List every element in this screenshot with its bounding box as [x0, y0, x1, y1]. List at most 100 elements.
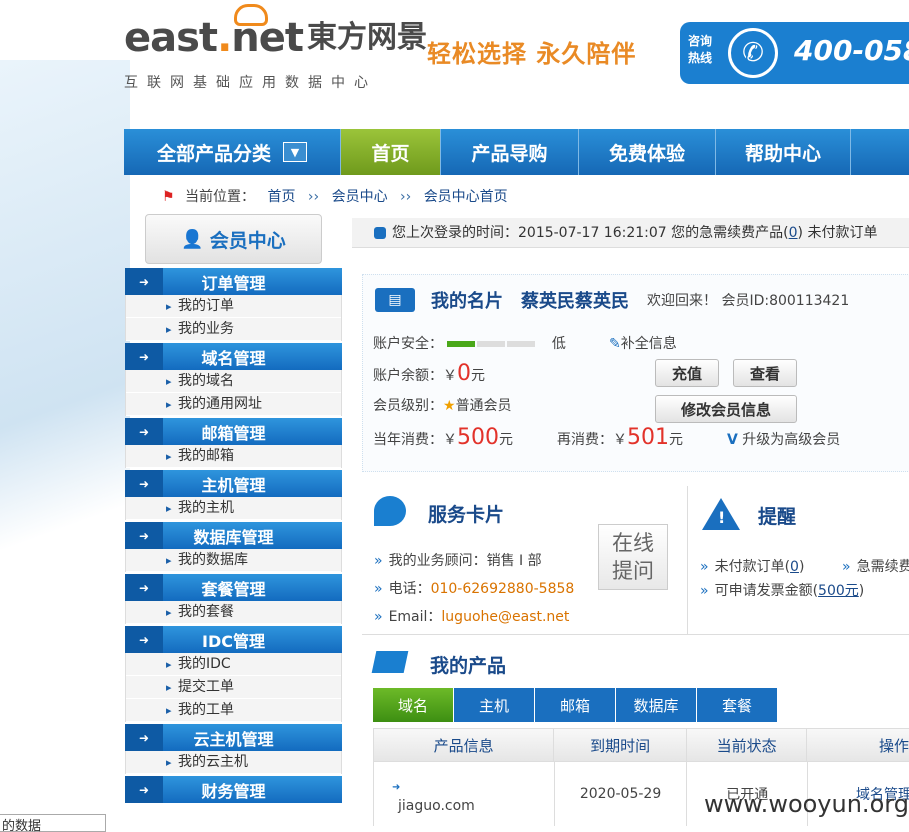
logo-cn-text: 東方网景: [307, 20, 427, 55]
member-card: ▤ 我的名片 蔡英民蔡英民 欢迎回来！ 会员ID:800113421 账户安全：…: [362, 274, 909, 472]
breadcrumb-home[interactable]: 首页: [267, 189, 295, 205]
arrow-right-icon: ➜: [125, 343, 163, 370]
tab-hosts[interactable]: 主机: [454, 688, 535, 722]
hotline-label: 咨询 热线: [688, 34, 713, 65]
sidebar-group-finance[interactable]: ➜ 财务管理: [125, 776, 342, 803]
modify-info-button[interactable]: 修改会员信息: [655, 395, 797, 423]
sidebar-item-my-keywords[interactable]: 我的通用网址: [126, 393, 341, 416]
breadcrumb-prefix: 当前位置：: [185, 189, 256, 205]
breadcrumb-separator: ››: [400, 189, 412, 205]
nav-help-center[interactable]: 帮助中心: [716, 129, 851, 175]
email-line: Email：luguohe@east.net: [374, 606, 570, 626]
column-header: 操作: [807, 729, 909, 761]
table-header: 产品信息 到期时间 当前状态 操作: [373, 728, 909, 762]
sidebar-title: 👤 会员中心: [145, 214, 322, 264]
sidebar-item-my-packages[interactable]: 我的套餐: [126, 601, 341, 624]
flag-icon: ⚑: [162, 189, 175, 205]
sidebar-item-my-domains[interactable]: 我的域名: [126, 370, 341, 393]
sidebar-group-hosts[interactable]: ➜ 主机管理: [125, 470, 342, 497]
sidebar-item-my-cloud[interactable]: 我的云主机: [126, 751, 341, 774]
tab-domains[interactable]: 域名: [373, 688, 454, 722]
hotline-number: 400-058: [794, 34, 909, 67]
year-spend-value: 500: [457, 425, 499, 450]
sidebar-group-orders[interactable]: ➜ 订单管理: [125, 268, 342, 295]
sidebar-item-my-hosts[interactable]: 我的主机: [126, 497, 341, 520]
sidebar-group-packages[interactable]: ➜ 套餐管理: [125, 574, 342, 601]
again-spend-value: 501: [627, 425, 669, 450]
expire-cell: 2020-05-29: [555, 762, 688, 826]
reminder-title: 提醒: [758, 506, 797, 528]
breadcrumb-separator: ››: [307, 189, 320, 205]
arrow-right-icon: ➜: [125, 776, 163, 803]
renew-line[interactable]: 急需续费: [842, 556, 909, 576]
recharge-button[interactable]: 充值: [655, 359, 719, 387]
arrow-right-icon: ➜: [125, 626, 163, 653]
logo[interactable]: east.net 東方网景 互联网基础应用数据中心: [124, 4, 427, 92]
last-login-bar: 您上次登录的时间：2015-07-17 16:21:07 您的急需续费产品(0)…: [352, 218, 909, 248]
unpaid-orders-line: 未付款订单(0): [700, 556, 805, 576]
sidebar-item-my-databases[interactable]: 我的数据库: [126, 549, 341, 572]
security-level: 低: [551, 336, 566, 352]
renew-count-link[interactable]: 0: [789, 225, 798, 241]
online-question-button[interactable]: 在线 提问: [598, 524, 668, 590]
breadcrumb-member-home[interactable]: 会员中心首页: [424, 189, 508, 205]
user-icon: 👤: [181, 228, 204, 250]
reminder-card: ! 提醒 未付款订单(0) 急需续费 可申请发票金额(500元): [688, 486, 909, 634]
arrow-right-icon: ➜: [125, 268, 163, 295]
sidebar-group-databases[interactable]: ➜ 数据库管理: [125, 522, 342, 549]
sidebar-item-my-business[interactable]: 我的业务: [126, 318, 341, 341]
products-tabs: 域名 主机 邮箱 数据库 套餐: [373, 688, 778, 722]
invoice-link[interactable]: 500元: [818, 583, 859, 599]
folder-icon: [371, 651, 409, 673]
complete-info-link[interactable]: ✎补全信息: [609, 333, 677, 353]
watermark: www.wooyun.org: [704, 790, 909, 818]
arrow-icon: ➜: [392, 782, 401, 793]
view-button[interactable]: 查看: [733, 359, 797, 387]
balance-value: 0: [457, 361, 471, 386]
unpaid-count-link[interactable]: 0: [790, 559, 799, 575]
main-nav: 全部产品分类 ▼ 首页 产品导购 免费体验 帮助中心: [124, 129, 909, 175]
bottom-left-fragment: 的数据: [0, 814, 106, 832]
tab-databases[interactable]: 数据库: [616, 688, 697, 722]
advisor-line: 我的业务顾问：销售 I 部: [374, 550, 542, 570]
tab-mail[interactable]: 邮箱: [535, 688, 616, 722]
level-row: 会员级别：★普通会员: [373, 398, 512, 414]
sidebar-item-my-tickets[interactable]: 我的工单: [126, 699, 341, 722]
page-background: [0, 60, 130, 832]
invoice-line: 可申请发票金额(500元): [700, 580, 865, 600]
nav-all-products[interactable]: 全部产品分类 ▼: [124, 129, 341, 175]
nav-free-trial[interactable]: 免费体验: [579, 129, 716, 175]
security-bar-3: [507, 341, 536, 347]
arrow-right-icon: ➜: [125, 470, 163, 497]
sidebar-item-my-mail[interactable]: 我的邮箱: [126, 445, 341, 468]
sidebar-group-domains[interactable]: ➜ 域名管理: [125, 343, 342, 370]
security-bar-2: [477, 341, 506, 347]
chat-bubble-icon: [374, 496, 406, 526]
balance-row: 账户余额：￥0元: [373, 361, 485, 386]
phone-line: 电话：010-62692880-5858: [374, 578, 575, 598]
upgrade-link[interactable]: V 升级为高级会员: [727, 429, 840, 449]
nav-product-guide[interactable]: 产品导购: [441, 129, 579, 175]
sidebar-group-mail[interactable]: ➜ 邮箱管理: [125, 418, 342, 445]
sidebar-item-my-orders[interactable]: 我的订单: [126, 295, 341, 318]
arrow-right-icon: ➜: [125, 724, 163, 751]
welcome-text: 欢迎回来！ 会员ID:800113421: [647, 293, 850, 309]
logo-subtitle: 互联网基础应用数据中心: [124, 75, 377, 91]
breadcrumb-member-center[interactable]: 会员中心: [332, 189, 388, 205]
chevron-down-icon[interactable]: ▼: [283, 142, 307, 162]
sidebar-group-idc[interactable]: ➜ IDC管理: [125, 626, 342, 653]
logo-text: east.net: [124, 15, 304, 61]
nav-home[interactable]: 首页: [341, 129, 441, 175]
warning-icon: !: [702, 498, 740, 530]
card-title: 我的名片: [431, 291, 503, 312]
info-icon: [374, 227, 386, 239]
sidebar-group-cloud[interactable]: ➜ 云主机管理: [125, 724, 342, 751]
tab-packages[interactable]: 套餐: [697, 688, 778, 722]
products-title: 我的产品: [430, 655, 507, 677]
sidebar: 👤 会员中心 ➜订单管理 我的订单 我的业务 ➜域名管理 我的域名 我的通用网址…: [125, 214, 342, 803]
hotline-banner: 咨询热线 ✆ 400-058: [680, 22, 909, 84]
products-header: 我的产品: [362, 634, 909, 684]
sidebar-item-my-idc[interactable]: 我的IDC: [126, 653, 341, 676]
column-header: 到期时间: [554, 729, 687, 761]
sidebar-item-submit-ticket[interactable]: 提交工单: [126, 676, 341, 699]
